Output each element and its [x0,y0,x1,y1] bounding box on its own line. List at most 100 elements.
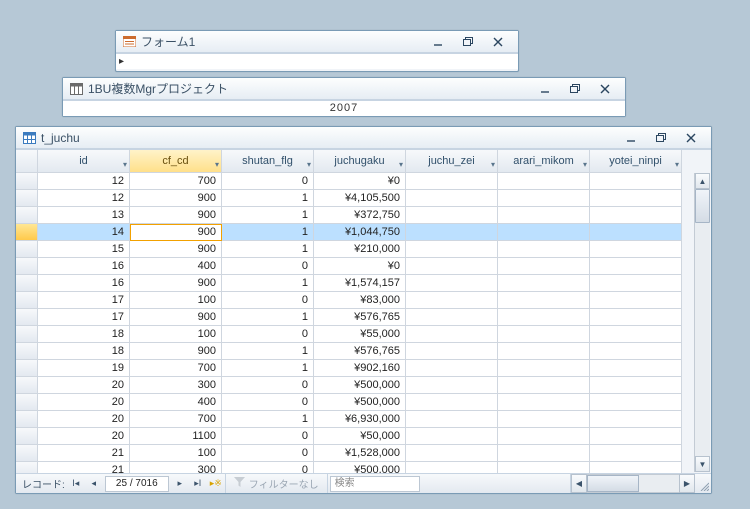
cell-id[interactable]: 20 [38,377,130,394]
horizontal-scrollbar[interactable]: ◀ ▶ [571,474,695,493]
cell-arari_mikom[interactable] [498,275,590,292]
minimize-button[interactable] [624,132,638,144]
cell-cf_cd[interactable]: 100 [130,326,222,343]
row-selector[interactable] [16,445,38,462]
cell-shutan_flg[interactable]: 1 [222,309,314,326]
cell-yotei_ninpi[interactable] [590,207,682,224]
column-dropdown-icon[interactable]: ▾ [215,154,219,173]
cell-id[interactable]: 21 [38,462,130,473]
cell-cf_cd[interactable]: 900 [130,275,222,292]
cell-arari_mikom[interactable] [498,173,590,190]
close-button[interactable] [598,83,612,95]
minimize-button[interactable] [431,36,445,48]
cell-yotei_ninpi[interactable] [590,360,682,377]
cell-arari_mikom[interactable] [498,411,590,428]
row-selector[interactable] [16,258,38,275]
datasheet[interactable]: id▾cf_cd▾shutan_flg▾juchugaku▾juchu_zei▾… [16,149,711,473]
record-counter[interactable]: 25 / 7016 [105,476,169,492]
row-selector[interactable] [16,462,38,473]
cell-arari_mikom[interactable] [498,241,590,258]
restore-button[interactable] [568,83,582,95]
column-header-shutan_flg[interactable]: shutan_flg▾ [222,150,314,173]
cell-juchugaku[interactable]: ¥1,044,750 [314,224,406,241]
cell-juchugaku[interactable]: ¥1,574,157 [314,275,406,292]
restore-button[interactable] [654,132,668,144]
cell-arari_mikom[interactable] [498,428,590,445]
resize-grip[interactable] [695,474,711,493]
cell-cf_cd[interactable]: 100 [130,292,222,309]
cell-id[interactable]: 18 [38,343,130,360]
cell-juchugaku[interactable]: ¥500,000 [314,377,406,394]
cell-juchu_zei[interactable] [406,241,498,258]
cell-shutan_flg[interactable]: 1 [222,343,314,360]
cell-juchugaku[interactable]: ¥50,000 [314,428,406,445]
cell-id[interactable]: 17 [38,292,130,309]
cell-shutan_flg[interactable]: 1 [222,224,314,241]
select-all-corner[interactable] [16,150,38,173]
cell-yotei_ninpi[interactable] [590,292,682,309]
close-button[interactable] [491,36,505,48]
minimize-button[interactable] [538,83,552,95]
cell-yotei_ninpi[interactable] [590,241,682,258]
cell-shutan_flg[interactable]: 1 [222,275,314,292]
cell-juchugaku[interactable]: ¥902,160 [314,360,406,377]
column-dropdown-icon[interactable]: ▾ [399,154,403,173]
cell-arari_mikom[interactable] [498,394,590,411]
cell-juchu_zei[interactable] [406,258,498,275]
cell-cf_cd[interactable]: 900 [130,309,222,326]
cell-juchu_zei[interactable] [406,173,498,190]
row-selector[interactable] [16,394,38,411]
cell-juchu_zei[interactable] [406,411,498,428]
cell-yotei_ninpi[interactable] [590,309,682,326]
scroll-thumb[interactable] [695,189,710,223]
cell-cf_cd[interactable]: 900 [130,190,222,207]
cell-juchugaku[interactable]: ¥372,750 [314,207,406,224]
cell-juchugaku[interactable]: ¥500,000 [314,394,406,411]
cell-yotei_ninpi[interactable] [590,224,682,241]
cell-shutan_flg[interactable]: 1 [222,411,314,428]
column-header-arari_mikom[interactable]: arari_mikom▾ [498,150,590,173]
row-selector[interactable] [16,411,38,428]
cell-juchu_zei[interactable] [406,428,498,445]
row-selector[interactable] [16,343,38,360]
cell-juchugaku[interactable]: ¥210,000 [314,241,406,258]
cell-juchu_zei[interactable] [406,190,498,207]
cell-yotei_ninpi[interactable] [590,428,682,445]
cell-shutan_flg[interactable]: 0 [222,377,314,394]
row-selector[interactable] [16,190,38,207]
row-selector[interactable] [16,326,38,343]
cell-arari_mikom[interactable] [498,190,590,207]
cell-shutan_flg[interactable]: 1 [222,207,314,224]
cell-shutan_flg[interactable]: 0 [222,292,314,309]
cell-shutan_flg[interactable]: 1 [222,360,314,377]
cell-yotei_ninpi[interactable] [590,326,682,343]
scroll-left-button[interactable]: ◀ [571,474,587,493]
cell-cf_cd[interactable]: 300 [130,377,222,394]
column-header-id[interactable]: id▾ [38,150,130,173]
column-header-juchugaku[interactable]: juchugaku▾ [314,150,406,173]
cell-juchu_zei[interactable] [406,275,498,292]
column-dropdown-icon[interactable]: ▾ [123,154,127,173]
cell-juchugaku[interactable]: ¥4,105,500 [314,190,406,207]
cell-juchugaku[interactable]: ¥55,000 [314,326,406,343]
cell-id[interactable]: 21 [38,445,130,462]
column-dropdown-icon[interactable]: ▾ [307,154,311,173]
new-record-button[interactable]: ▸※ [207,478,225,489]
last-record-button[interactable]: ▸I [189,478,207,489]
cell-juchugaku[interactable]: ¥0 [314,258,406,275]
hscroll-thumb[interactable] [587,475,639,492]
cell-shutan_flg[interactable]: 0 [222,428,314,445]
cell-yotei_ninpi[interactable] [590,462,682,473]
cell-juchugaku[interactable]: ¥83,000 [314,292,406,309]
cell-arari_mikom[interactable] [498,462,590,473]
cell-id[interactable]: 16 [38,258,130,275]
cell-juchu_zei[interactable] [406,377,498,394]
column-header-juchu_zei[interactable]: juchu_zei▾ [406,150,498,173]
cell-juchu_zei[interactable] [406,207,498,224]
titlebar-tjuchu[interactable]: t_juchu [16,127,711,149]
cell-id[interactable]: 20 [38,411,130,428]
row-selector[interactable] [16,224,38,241]
restore-button[interactable] [461,36,475,48]
cell-cf_cd[interactable]: 900 [130,207,222,224]
row-selector[interactable] [16,309,38,326]
